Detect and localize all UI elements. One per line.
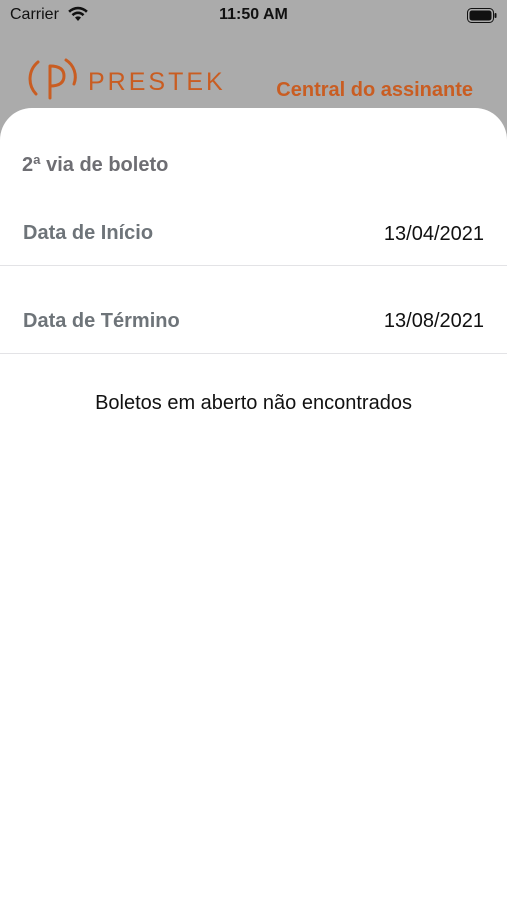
boleto-sheet: 2ª via de boleto Data de Início 13/04/20…: [0, 108, 507, 900]
prestek-logo: PRESTEK: [28, 48, 238, 100]
start-date-label: Data de Início: [23, 222, 154, 244]
start-date-row[interactable]: Data de Início 13/04/2021: [0, 188, 507, 266]
signal-logo-icon: [28, 48, 84, 109]
brand-name: PRESTEK: [88, 68, 226, 96]
status-bar: Carrier 11:50 AM: [0, 0, 507, 30]
end-date-label: Data de Término: [23, 310, 180, 332]
start-date-value[interactable]: 13/04/2021: [384, 223, 484, 246]
end-date-row[interactable]: Data de Término 13/08/2021: [0, 266, 507, 354]
status-time: 11:50 AM: [219, 6, 288, 23]
page-subtitle: Central do assinante: [276, 79, 473, 101]
app-header: PRESTEK Central do assinante: [0, 30, 507, 110]
sheet-title: 2ª via de boleto: [22, 154, 169, 176]
battery-icon: [467, 8, 497, 28]
empty-state-message: Boletos em aberto não encontrados: [95, 392, 412, 414]
end-date-value[interactable]: 13/08/2021: [384, 310, 484, 333]
app-screen: Carrier 11:50 AM PRESTEK Central do assi…: [0, 0, 507, 900]
